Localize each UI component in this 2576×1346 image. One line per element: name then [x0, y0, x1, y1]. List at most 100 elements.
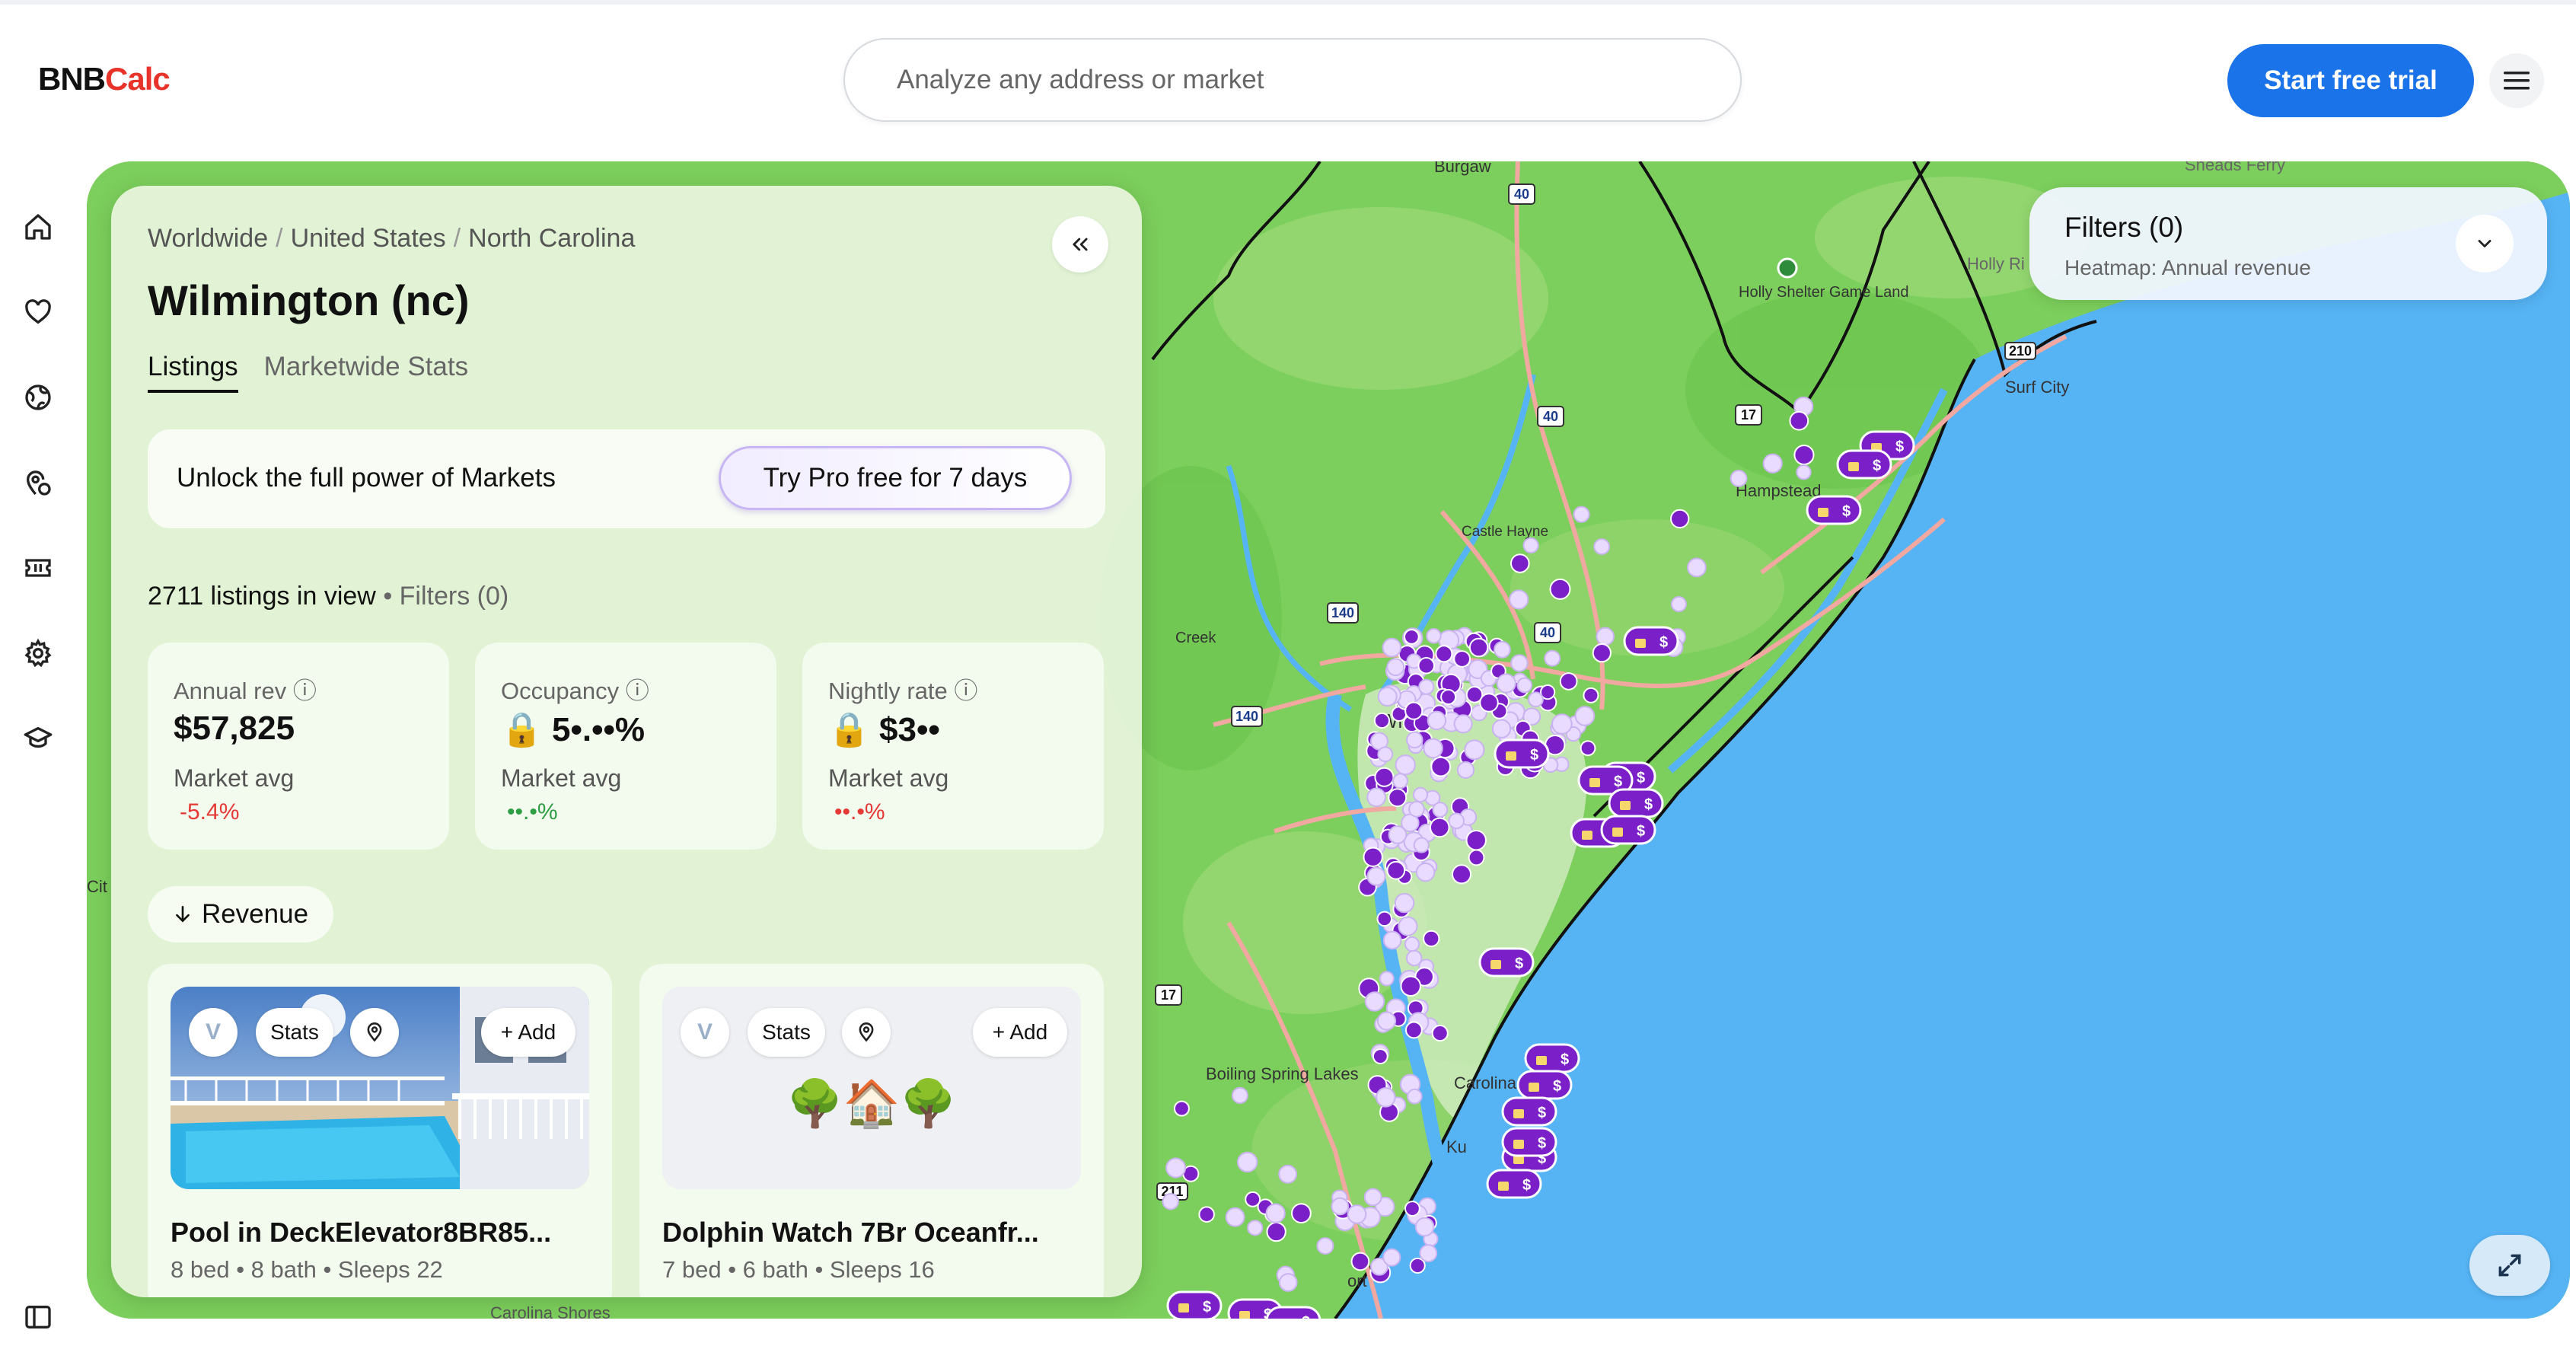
listing-dot[interactable] — [1231, 1086, 1248, 1105]
sort-revenue-button[interactable]: Revenue — [148, 886, 333, 943]
nav-favorites[interactable] — [20, 294, 56, 330]
listing-dot[interactable] — [1456, 761, 1475, 779]
listing-dot[interactable] — [1374, 767, 1395, 787]
locked-price-marker[interactable]: $ — [1836, 449, 1892, 480]
listing-dot[interactable] — [1388, 825, 1408, 844]
listing-dot[interactable] — [1347, 1204, 1367, 1224]
listing-dot[interactable] — [1406, 731, 1423, 749]
locked-price-marker[interactable]: $ — [1608, 788, 1664, 818]
listing-dot[interactable] — [1494, 641, 1511, 659]
listing-dot[interactable] — [1377, 1011, 1397, 1031]
listing-dot[interactable] — [1398, 916, 1418, 936]
listing-dot[interactable] — [1522, 537, 1539, 553]
listing-dot[interactable] — [1580, 740, 1596, 757]
listing-dot[interactable] — [1363, 1188, 1382, 1207]
listing-dot[interactable] — [1404, 1201, 1420, 1217]
listing-dot[interactable] — [1414, 1217, 1435, 1237]
listing-dot[interactable] — [1789, 410, 1809, 431]
menu-button[interactable] — [2489, 53, 2544, 108]
map-pin-button[interactable] — [842, 1008, 891, 1057]
listing-dot[interactable] — [1265, 1203, 1286, 1223]
listing-dot[interactable] — [1465, 829, 1487, 851]
filters-dropdown[interactable]: Filters (0) Heatmap: Annual revenue — [2029, 187, 2547, 300]
listing-dot[interactable] — [1559, 672, 1578, 691]
listing-dot[interactable] — [1404, 936, 1420, 952]
listing-dot[interactable] — [1245, 1191, 1261, 1207]
listing-dot[interactable] — [1592, 643, 1612, 663]
listing-dot[interactable] — [1408, 801, 1425, 818]
listing-dot[interactable] — [1382, 1248, 1401, 1267]
listing-dot[interactable] — [1670, 509, 1690, 529]
listing-dot[interactable] — [1413, 837, 1430, 853]
locked-price-marker[interactable]: $ — [1623, 626, 1679, 656]
listing-dot[interactable] — [1376, 911, 1393, 927]
stats-button[interactable]: Stats — [748, 1008, 825, 1057]
listing-dot[interactable] — [1409, 1257, 1426, 1274]
listing-dot[interactable] — [1377, 687, 1398, 707]
nav-locations[interactable] — [20, 464, 56, 501]
toggle-sidebar[interactable] — [20, 1299, 56, 1335]
listing-dot[interactable] — [1366, 787, 1386, 808]
info-icon[interactable]: ⓘ — [954, 678, 977, 704]
listing-dot[interactable] — [1366, 866, 1386, 886]
brand-badge[interactable]: V — [189, 1008, 238, 1057]
listing-dot[interactable] — [1386, 658, 1405, 677]
filters-link[interactable]: • Filters (0) — [383, 582, 509, 611]
listing-card[interactable]: V Stats + Add Pool in DeckElevator8BR85.… — [148, 964, 612, 1297]
listing-dot[interactable] — [1574, 706, 1596, 726]
info-icon[interactable]: ⓘ — [293, 678, 317, 704]
listing-dot[interactable] — [1236, 1151, 1258, 1173]
listing-dot[interactable] — [1418, 678, 1435, 695]
start-free-trial-button[interactable]: Start free trial — [2227, 44, 2474, 117]
nav-learn[interactable] — [20, 720, 56, 757]
listing-title[interactable]: Pool in DeckElevator8BR85... — [171, 1217, 551, 1249]
listing-dot[interactable] — [1162, 1193, 1179, 1210]
listing-card[interactable]: V Stats + Add 🌳🏠🌳 Dolphin Watch 7Br Ocea… — [639, 964, 1104, 1297]
nav-tickets[interactable] — [20, 550, 56, 586]
listing-dot[interactable] — [1373, 712, 1391, 729]
listing-dot[interactable] — [1423, 738, 1443, 759]
locked-price-marker[interactable]: $ — [1524, 1043, 1580, 1073]
listing-dot[interactable] — [1417, 657, 1435, 675]
listing-dot[interactable] — [1793, 444, 1815, 466]
listing-dot[interactable] — [1415, 863, 1436, 882]
listing-dot[interactable] — [1291, 1203, 1312, 1224]
brand-badge[interactable]: V — [681, 1008, 729, 1057]
add-button[interactable]: + Add — [973, 1008, 1067, 1057]
listing-dot[interactable] — [1386, 860, 1406, 880]
listing-dot[interactable] — [1388, 788, 1408, 808]
listing-dot[interactable] — [1593, 538, 1611, 555]
try-pro-button[interactable]: Try Pro free for 7 days — [719, 446, 1072, 510]
tab-listings[interactable]: Listings — [148, 352, 238, 393]
listing-dot[interactable] — [1266, 1221, 1286, 1242]
listing-dot[interactable] — [1762, 453, 1783, 474]
listing-dot[interactable] — [1404, 701, 1423, 720]
listing-dot[interactable] — [1544, 649, 1561, 667]
listing-dot[interactable] — [1412, 786, 1429, 802]
app-logo[interactable]: BNBCalc — [38, 61, 171, 97]
locked-price-marker[interactable]: $ — [1806, 495, 1862, 525]
listing-dot[interactable] — [1451, 864, 1472, 885]
locked-price-marker[interactable]: $ — [1516, 1070, 1573, 1100]
info-icon[interactable]: ⓘ — [626, 678, 649, 704]
listing-title[interactable]: Dolphin Watch 7Br Oceanfr... — [662, 1217, 1039, 1249]
listing-dot[interactable] — [1173, 1100, 1190, 1117]
listing-dot[interactable] — [1435, 645, 1453, 663]
listing-dot[interactable] — [1440, 688, 1457, 706]
map-pin-button[interactable] — [350, 1008, 399, 1057]
locked-price-marker[interactable]: $ — [1478, 947, 1535, 978]
listing-dot[interactable] — [1278, 1273, 1298, 1292]
nav-home[interactable] — [20, 209, 56, 245]
address-search-input[interactable] — [845, 40, 1740, 120]
listing-dot[interactable] — [1479, 693, 1499, 713]
locked-price-marker[interactable]: $ — [1501, 1127, 1557, 1157]
locked-price-marker[interactable]: $ — [1600, 815, 1656, 845]
listing-dot[interactable] — [1510, 553, 1530, 573]
address-search-box[interactable] — [843, 38, 1742, 122]
listing-dot[interactable] — [1225, 1207, 1245, 1227]
listing-dot[interactable] — [1364, 991, 1385, 1012]
listing-dot[interactable] — [1382, 930, 1402, 950]
listing-dot[interactable] — [1395, 754, 1416, 776]
listing-dot[interactable] — [1427, 710, 1447, 731]
listing-dot[interactable] — [1429, 817, 1450, 838]
